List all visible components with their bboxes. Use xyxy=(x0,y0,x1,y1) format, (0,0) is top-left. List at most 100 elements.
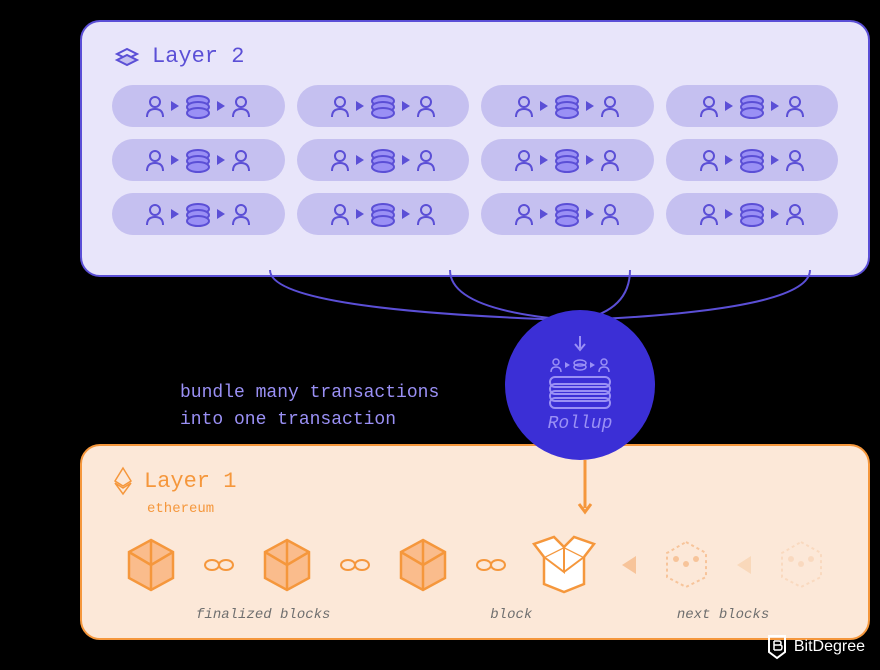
arrow-right-icon xyxy=(217,209,225,219)
chain-link-icon xyxy=(340,556,370,574)
transaction-pill xyxy=(666,139,839,181)
transaction-pill xyxy=(297,139,470,181)
person-icon xyxy=(514,95,534,117)
person-icon xyxy=(785,203,805,225)
person-icon xyxy=(145,149,165,171)
transaction-pill xyxy=(112,139,285,181)
person-icon xyxy=(416,149,436,171)
watermark: BitDegree xyxy=(765,634,865,660)
transaction-pill xyxy=(481,85,654,127)
coin-stack-icon xyxy=(370,93,396,119)
finalized-block-icon xyxy=(393,535,453,595)
bitdegree-logo-icon xyxy=(765,634,789,660)
layer1-title: Layer 1 xyxy=(144,469,236,494)
coin-stack-icon xyxy=(185,93,211,119)
block-label: block xyxy=(421,607,603,623)
coin-stack-icon xyxy=(573,358,587,372)
arrow-right-icon xyxy=(771,101,779,111)
arrow-right-icon xyxy=(402,209,410,219)
layer1-subtitle: ethereum xyxy=(147,501,838,517)
arrow-right-icon xyxy=(590,362,595,368)
person-icon xyxy=(514,149,534,171)
arrow-right-icon xyxy=(356,209,364,219)
coin-stack-icon xyxy=(739,147,765,173)
person-icon xyxy=(416,203,436,225)
coin-stack-icon xyxy=(370,201,396,227)
arrow-right-icon xyxy=(586,155,594,165)
finalized-label: finalized blocks xyxy=(118,607,408,623)
next-block-icon xyxy=(659,537,714,592)
coin-stack-icon xyxy=(370,147,396,173)
coin-stack-icon xyxy=(554,147,580,173)
person-icon xyxy=(598,358,610,372)
arrow-right-icon xyxy=(171,101,179,111)
person-icon xyxy=(600,95,620,117)
person-icon xyxy=(785,149,805,171)
person-icon xyxy=(145,95,165,117)
rollup-stack-icon xyxy=(540,374,620,409)
person-icon xyxy=(699,203,719,225)
rollup-tx-pill xyxy=(544,356,616,374)
transaction-grid xyxy=(112,85,838,235)
person-icon xyxy=(231,203,251,225)
arrow-left-icon xyxy=(737,556,751,574)
bundle-line1: bundle many transactions xyxy=(180,380,439,407)
person-icon xyxy=(550,358,562,372)
arrow-right-icon xyxy=(217,101,225,111)
person-icon xyxy=(416,95,436,117)
person-icon xyxy=(514,203,534,225)
transaction-pill xyxy=(666,85,839,127)
arrow-right-icon xyxy=(771,209,779,219)
arrow-right-icon xyxy=(402,155,410,165)
arrow-right-icon xyxy=(725,101,733,111)
person-icon xyxy=(330,203,350,225)
arrow-right-icon xyxy=(402,101,410,111)
person-icon xyxy=(600,203,620,225)
coin-stack-icon xyxy=(185,201,211,227)
arrow-left-icon xyxy=(622,556,636,574)
arrow-right-icon xyxy=(771,155,779,165)
coin-stack-icon xyxy=(554,201,580,227)
transaction-pill xyxy=(481,193,654,235)
chain-link-icon xyxy=(204,556,234,574)
arrow-right-icon xyxy=(540,101,548,111)
transaction-pill xyxy=(297,193,470,235)
person-icon xyxy=(699,95,719,117)
coin-stack-icon xyxy=(185,147,211,173)
coin-stack-icon xyxy=(739,201,765,227)
arrow-right-icon xyxy=(586,101,594,111)
coin-stack-icon xyxy=(739,93,765,119)
arrow-right-icon xyxy=(217,155,225,165)
ethereum-icon xyxy=(112,466,134,496)
open-box-icon xyxy=(529,532,599,597)
watermark-text: BitDegree xyxy=(794,638,865,656)
arrow-right-icon xyxy=(171,209,179,219)
arrow-right-icon xyxy=(356,101,364,111)
block-labels: finalized blocks block next blocks xyxy=(112,607,838,623)
layer1-header: Layer 1 xyxy=(112,466,838,496)
layer2-header: Layer 2 xyxy=(112,42,838,70)
arrow-right-icon xyxy=(565,362,570,368)
person-icon xyxy=(785,95,805,117)
person-icon xyxy=(699,149,719,171)
arrow-right-icon xyxy=(725,155,733,165)
layer2-title: Layer 2 xyxy=(152,44,244,69)
transaction-pill xyxy=(297,85,470,127)
person-icon xyxy=(145,203,165,225)
person-icon xyxy=(231,95,251,117)
bundle-line2: into one transaction xyxy=(180,407,439,434)
chain-link-icon xyxy=(476,556,506,574)
person-icon xyxy=(330,95,350,117)
person-icon xyxy=(330,149,350,171)
person-icon xyxy=(600,149,620,171)
transaction-pill xyxy=(112,85,285,127)
arrow-down-to-block xyxy=(575,460,595,520)
finalized-block-icon xyxy=(257,535,317,595)
next-label: next blocks xyxy=(614,607,832,623)
transaction-pill xyxy=(666,193,839,235)
arrow-right-icon xyxy=(540,209,548,219)
blocks-row xyxy=(112,532,838,597)
arrow-right-icon xyxy=(171,155,179,165)
bundle-description: bundle many transactions into one transa… xyxy=(180,380,439,434)
rollup-label: Rollup xyxy=(548,414,613,434)
